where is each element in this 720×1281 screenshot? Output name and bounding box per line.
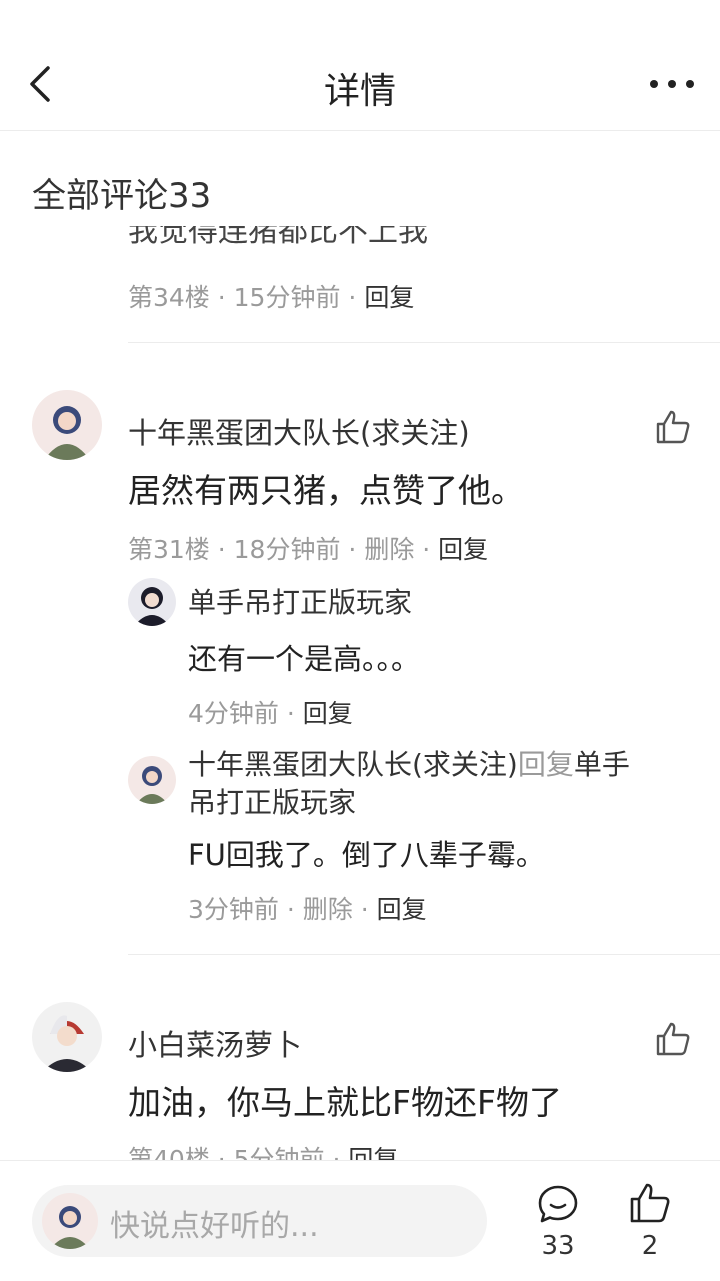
reply-username[interactable]: 单手吊打正版玩家 [188,584,412,622]
dot-icon [650,80,658,88]
reply-button[interactable]: 回复 [303,699,353,728]
delete-button[interactable]: 删除 [364,535,414,564]
divider [128,954,720,955]
reply-username: 十年黑蛋团大队长(求关注)回复单手吊打正版玩家 [188,746,688,822]
like-count: 2 [641,1231,659,1261]
floor-label: 第31楼 [128,535,210,564]
time-label: 18分钟前 [233,535,341,564]
time-label: 4分钟前 [188,699,279,728]
dot-icon [686,80,694,88]
like-button[interactable] [654,408,692,446]
divider [128,342,720,343]
comment-count: 33 [541,1231,575,1261]
top-bar: 详情 [0,0,720,131]
comment-input[interactable]: 快说点好听的... [32,1185,487,1257]
dot-icon [668,80,676,88]
reply-meta: 3分钟前 · 删除 · 回复 [188,895,427,924]
reply-target[interactable]: 单手 [574,748,630,781]
comment-meta: 第31楼 · 18分钟前 · 删除 · 回复 [128,535,489,564]
comments-count-title: 全部评论33 [32,168,712,224]
comment-content: 我觉得连猪都比不上我 [128,226,428,249]
comment-username[interactable]: 小白菜汤萝卜 [128,1022,302,1064]
thumbs-up-icon [656,410,690,444]
floor-label: 第34楼 [128,283,210,312]
avatar[interactable] [32,1002,102,1072]
comment-content: 居然有两只猪，点赞了他。 [128,471,524,510]
comment-username[interactable]: 十年黑蛋团大队长(求关注) [128,410,470,452]
time-label: 3分钟前 [188,895,279,924]
comment-content: 加油，你马上就比F物还F物了 [128,1083,562,1122]
floor-label: 第40楼 [128,1145,210,1160]
reply-content: 还有一个是高。。。 [188,642,421,676]
avatar [42,1193,98,1249]
comment-bubble-icon [538,1185,578,1223]
time-label: 15分钟前 [233,283,341,312]
delete-button[interactable]: 删除 [303,895,353,924]
page-title: 详情 [323,71,396,112]
time-label: 5分钟前 [233,1145,325,1160]
reply-button[interactable]: 回复 [377,895,427,924]
comment-meta: 第40楼 · 5分钟前 · 回复 [128,1140,398,1160]
avatar[interactable] [128,578,176,626]
comment-list[interactable]: 我觉得连猪都比不上我 第34楼 · 15分钟前 · 回复 十年黑蛋团大队长(求关… [0,226,720,1160]
reply-word: 回复 [517,748,574,781]
thumbs-up-icon [656,1022,690,1056]
comment-button[interactable] [536,1183,580,1227]
like-post-button[interactable] [628,1181,672,1225]
reply-meta: 4分钟前 · 回复 [188,699,353,728]
avatar[interactable] [32,390,102,460]
more-options-button[interactable] [648,70,696,98]
bottom-bar: 快说点好听的... 33 2 [0,1160,720,1281]
reply-button[interactable]: 回复 [348,1145,398,1160]
comment-meta: 第34楼 · 15分钟前 · 回复 [128,283,415,312]
thumbs-up-icon [630,1183,670,1223]
reply-content: FU回我了。倒了八辈子霉。 [188,838,545,872]
input-placeholder: 快说点好听的... [110,1209,319,1244]
like-button[interactable] [654,1020,692,1058]
avatar[interactable] [128,756,176,804]
reply-button[interactable]: 回复 [438,535,488,564]
reply-author[interactable]: 十年黑蛋团大队长(求关注) [188,748,518,781]
reply-target[interactable]: 吊打正版玩家 [188,786,356,819]
reply-button[interactable]: 回复 [364,283,414,312]
